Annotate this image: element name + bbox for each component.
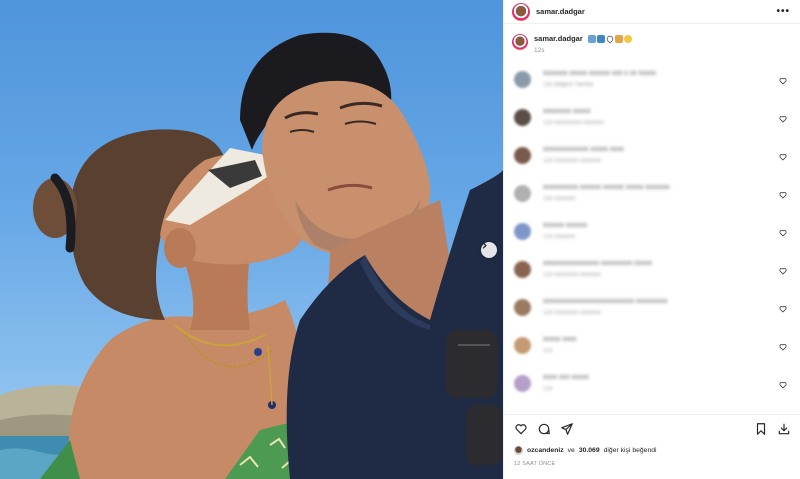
comment-meta: 12s xxxxxxxx xxxxxxx: [543, 158, 602, 164]
comment-meta: 12s: [543, 386, 553, 392]
couple-emoji-icon: [587, 34, 596, 43]
likes-count[interactable]: 30.069: [579, 447, 600, 454]
comment-avatar[interactable]: [514, 71, 531, 88]
caption-avatar[interactable]: [512, 34, 528, 50]
comment-text: xxxxxx xxxxxx: [543, 222, 587, 229]
heart-icon[interactable]: [514, 422, 528, 436]
comment-heart-icon[interactable]: [779, 153, 787, 161]
comment-heart-icon[interactable]: [779, 343, 787, 351]
comment-item: xxxx xxx xxxxx 12s: [504, 368, 800, 406]
next-photo-button[interactable]: [481, 242, 497, 258]
comment-item: xxxxx xxxx 12s: [504, 330, 800, 368]
comment-meta: 12s xxxxxxxx xxxxxxx: [543, 310, 602, 316]
caption-time: 12s: [534, 47, 545, 54]
comment-item: xxxxxxxxxxxxx xxxxx xxxx 12s xxxxxxxx xx…: [504, 140, 800, 178]
comment-avatar[interactable]: [514, 299, 531, 316]
comment-text: xxxxx xxxx: [543, 336, 577, 343]
post-actions: [504, 414, 800, 442]
comment-text: xxxxxxxxxxxxxxxx xxxxxxxxx xxxxx: [543, 260, 652, 267]
likes-connector: ve: [567, 447, 575, 454]
comment-meta: 12s: [543, 348, 553, 354]
comment-meta: 12s xxxxxxx: [543, 234, 576, 240]
comment-avatar[interactable]: [514, 261, 531, 278]
comment-meta: 13s xxxxxxx: [543, 196, 576, 202]
liker-avatar[interactable]: [514, 446, 523, 455]
comment-icon[interactable]: [537, 422, 551, 436]
avatar[interactable]: [512, 2, 530, 21]
comment-item: xxxxxxx xxxxx xxxxxx xxx x xx xxxxx 13s …: [504, 64, 800, 102]
hanging-sunglasses: [446, 330, 498, 398]
save-icon[interactable]: [754, 422, 768, 436]
comment-item: xxxxxxxxxxxxxxxx xxxxxxxxx xxxxx 12s xxx…: [504, 254, 800, 292]
comment-heart-icon[interactable]: [779, 381, 787, 389]
post-header: samar.dadgar •••: [504, 0, 800, 24]
comment-text: xxxxxxxxxxxxx xxxxx xxxx: [543, 146, 624, 153]
wave-emoji-icon: [596, 34, 605, 43]
comment-avatar[interactable]: [514, 375, 531, 392]
comment-meta: 12s xxxxxxxx xxxxxxx: [543, 272, 602, 278]
comment-heart-icon[interactable]: [779, 191, 787, 199]
lantern-emoji-icon: [614, 34, 623, 43]
comment-text: xxxxxxx xxxxx xxxxxx xxx x xx xxxxx: [543, 70, 657, 77]
post-photo[interactable]: [0, 0, 503, 479]
comment-avatar[interactable]: [514, 147, 531, 164]
header-username[interactable]: samar.dadgar: [536, 7, 585, 16]
likes-suffix: diğer kişi beğendi: [603, 447, 657, 454]
comment-item: xxxxxxxxxxxxxxxxxxxxxxxxxx xxxxxxxxx 12s…: [504, 292, 800, 330]
comment-meta: 13s Beğeni Yanıtla: [543, 82, 593, 88]
comment-avatar[interactable]: [514, 337, 531, 354]
likes-summary: ozcandeniz ve 30.069 diğer kişi beğendi: [514, 446, 657, 455]
comment-text: xxxxxxxxxx xxxxxx xxxxxx xxxxx xxxxxxx: [543, 184, 670, 191]
comment-text: xxxx xxx xxxxx: [543, 374, 589, 381]
couple-photo-illustration: [0, 32, 503, 479]
comment-meta: 12s xxxxxxxxx xxxxxxx: [543, 120, 605, 126]
download-icon[interactable]: [777, 422, 791, 436]
chevron-right-icon: [482, 242, 487, 249]
liker-username[interactable]: ozcandeniz: [527, 447, 564, 454]
comment-heart-icon[interactable]: [779, 229, 787, 237]
comment-avatar[interactable]: [514, 109, 531, 126]
post-time: 12 SAAT ÖNCE: [514, 461, 556, 467]
post-side-panel: samar.dadgar ••• samar.dadgar 12s xxxxxx…: [503, 0, 800, 479]
comment-item: xxxxxxxxxx xxxxxx xxxxxx xxxxx xxxxxxx 1…: [504, 178, 800, 216]
share-icon[interactable]: [560, 422, 574, 436]
caption-emojis: [587, 33, 632, 44]
caption-username[interactable]: samar.dadgar: [534, 34, 583, 43]
comment-text: xxxxxxxx xxxxx: [543, 108, 591, 115]
comments-list: xxxxxxx xxxxx xxxxxx xxx x xx xxxxx 13s …: [504, 64, 800, 406]
comment-avatar[interactable]: [514, 223, 531, 240]
comment-heart-icon[interactable]: [779, 115, 787, 123]
more-icon[interactable]: •••: [776, 6, 790, 17]
white-heart-emoji-icon: [605, 33, 615, 44]
comment-text: xxxxxxxxxxxxxxxxxxxxxxxxxx xxxxxxxxx: [543, 298, 668, 305]
smile-emoji-icon: [623, 34, 632, 43]
comment-heart-icon[interactable]: [779, 305, 787, 313]
comment-heart-icon[interactable]: [779, 267, 787, 275]
comment-item: xxxxxx xxxxxx 12s xxxxxxx: [504, 216, 800, 254]
comment-item: xxxxxxxx xxxxx 12s xxxxxxxxx xxxxxxx: [504, 102, 800, 140]
comment-avatar[interactable]: [514, 185, 531, 202]
comment-heart-icon[interactable]: [779, 77, 787, 85]
